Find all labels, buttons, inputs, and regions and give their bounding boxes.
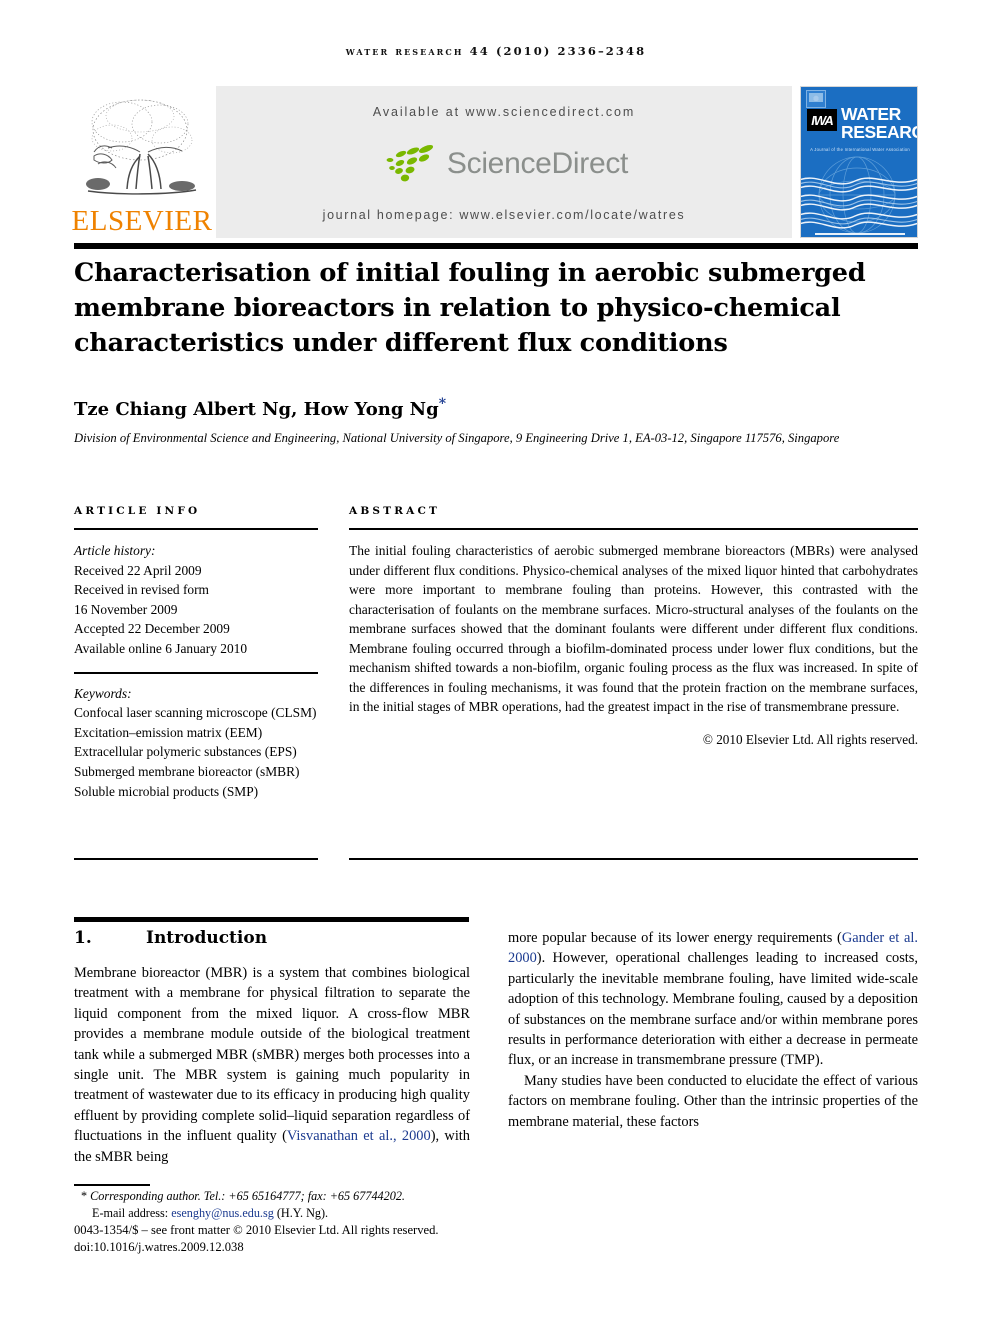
masthead-bottom-rule xyxy=(74,243,918,249)
front-matter-block: 0043-1354/$ – see front matter © 2010 El… xyxy=(74,1222,574,1256)
cover-publisher-icon xyxy=(806,90,826,108)
article-history-label: Article history: xyxy=(74,543,156,558)
email-owner: (H.Y. Ng). xyxy=(276,1205,329,1220)
sciencedirect-leaf-icon xyxy=(386,144,433,181)
introduction-top-rule xyxy=(74,917,469,922)
journal-homepage-text: journal homepage: www.elsevier.com/locat… xyxy=(322,208,686,222)
email-link[interactable]: esenghy@nus.edu.sg xyxy=(171,1206,274,1220)
keywords-rule xyxy=(74,671,318,674)
keyword-item: Excitation–emission matrix (EEM) xyxy=(74,724,263,740)
abstract-text: The initial fouling characteristics of a… xyxy=(349,543,918,714)
keywords-block: Keywords: Confocal laser scanning micros… xyxy=(74,684,318,802)
footnote-asterisk: * xyxy=(81,1189,88,1203)
introduction-right-column: more popular because of its lower energy… xyxy=(508,928,918,1132)
email-label: E-mail address: xyxy=(92,1205,169,1220)
elsevier-wordmark: ELSEVIER xyxy=(71,205,213,237)
article-info-column: article info Article history: Received 2… xyxy=(74,505,318,801)
intro-right-paragraph-1: more popular because of its lower energy… xyxy=(508,928,918,1071)
article-info-heading: article info xyxy=(74,505,201,517)
history-item: 16 November 2009 xyxy=(74,601,178,617)
keyword-item: Extracellular polymeric substances (EPS) xyxy=(74,744,297,760)
intro-right-paragraph-2: Many studies have been conducted to eluc… xyxy=(508,1072,918,1130)
iwa-logo-text: IWA xyxy=(811,112,834,128)
abstract-copyright: © 2010 Elsevier Ltd. All rights reserved… xyxy=(702,731,918,747)
author-list: Tze Chiang Albert Ng, How Yong Ng* xyxy=(74,396,894,420)
history-item: Received 22 April 2009 xyxy=(74,562,202,578)
article-title: Characterisation of initial fouling in a… xyxy=(74,258,866,358)
footnote-block: * Corresponding author. Tel.: +65 651647… xyxy=(74,1188,504,1221)
citation-link-visvanathan[interactable]: Visvanathan et al., 2000 xyxy=(287,1128,431,1144)
journal-masthead: ELSEVIER Available at www.sciencedirect.… xyxy=(71,86,918,238)
sciencedirect-logo: ScienceDirect xyxy=(380,143,628,185)
keyword-item: Submerged membrane bioreactor (sMBR) xyxy=(74,763,300,779)
corresponding-author-text: Corresponding author. Tel.: +65 65164777… xyxy=(90,1189,405,1203)
intro-right-text-a: more popular because of its lower energy… xyxy=(508,930,842,946)
corresponding-author-note: * Corresponding author. Tel.: +65 651647… xyxy=(74,1188,504,1205)
cover-title-line2: RESEARCH xyxy=(841,121,917,142)
article-info-bottom-rule xyxy=(74,858,318,860)
introduction-title: Introduction xyxy=(146,928,268,948)
abstract-column: abstract The initial fouling characteris… xyxy=(349,505,918,748)
history-item: Received in revised form xyxy=(74,582,209,598)
elsevier-logo-block: ELSEVIER xyxy=(71,86,213,238)
author-affiliation: Division of Environmental Science and En… xyxy=(74,431,840,445)
elsevier-tree-icon xyxy=(82,94,202,206)
intro-right-text-b: ). However, operational challenges leadi… xyxy=(508,950,918,1069)
history-item: Accepted 22 December 2009 xyxy=(74,621,230,637)
email-note: E-mail address: esenghy@nus.edu.sg (H.Y.… xyxy=(74,1205,504,1222)
article-info-rule xyxy=(74,528,318,530)
front-matter-line: 0043-1354/$ – see front matter © 2010 El… xyxy=(74,1223,439,1237)
article-page: Water research 44 (2010) 2336–2348 xyxy=(0,0,992,1323)
doi-line: doi:10.1016/j.watres.2009.12.038 xyxy=(74,1240,244,1254)
available-at-text: Available at www.sciencedirect.com xyxy=(372,105,636,119)
article-history-block: Article history: Received 22 April 2009 … xyxy=(74,541,318,659)
journal-cover-block: IWA WATER RESEARCH A Journal of the Inte… xyxy=(800,86,918,238)
abstract-rule xyxy=(349,528,918,530)
introduction-number: 1. xyxy=(74,928,92,948)
sciencedirect-band: Available at www.sciencedirect.com Scien… xyxy=(216,86,792,238)
keyword-item: Soluble microbial products (SMP) xyxy=(74,783,259,799)
cover-title: WATER RESEARCH xyxy=(841,105,917,142)
running-head: Water research 44 (2010) 2336–2348 xyxy=(345,44,647,58)
introduction-left-column: Membrane bioreactor (MBR) is a system th… xyxy=(74,963,470,1167)
keywords-label: Keywords: xyxy=(74,685,132,701)
footnote-rule xyxy=(74,1184,150,1186)
cover-wave-globe-graphic xyxy=(801,156,917,234)
cover-bottom-rule xyxy=(815,233,905,235)
journal-cover-thumbnail: IWA WATER RESEARCH A Journal of the Inte… xyxy=(800,86,918,238)
sciencedirect-wordmark: ScienceDirect xyxy=(446,146,629,180)
intro-left-text-a: Membrane bioreactor (MBR) is a system th… xyxy=(74,965,470,1145)
introduction-heading: 1. Introduction xyxy=(74,928,469,948)
author-names: Tze Chiang Albert Ng, How Yong Ng xyxy=(74,399,439,420)
corresponding-author-marker: * xyxy=(438,396,447,412)
abstract-heading: abstract xyxy=(349,505,441,517)
abstract-bottom-rule xyxy=(349,858,918,860)
history-item: Available online 6 January 2010 xyxy=(74,640,248,656)
iwa-logo-icon: IWA xyxy=(807,109,837,131)
keyword-item: Confocal laser scanning microscope (CLSM… xyxy=(74,705,317,721)
